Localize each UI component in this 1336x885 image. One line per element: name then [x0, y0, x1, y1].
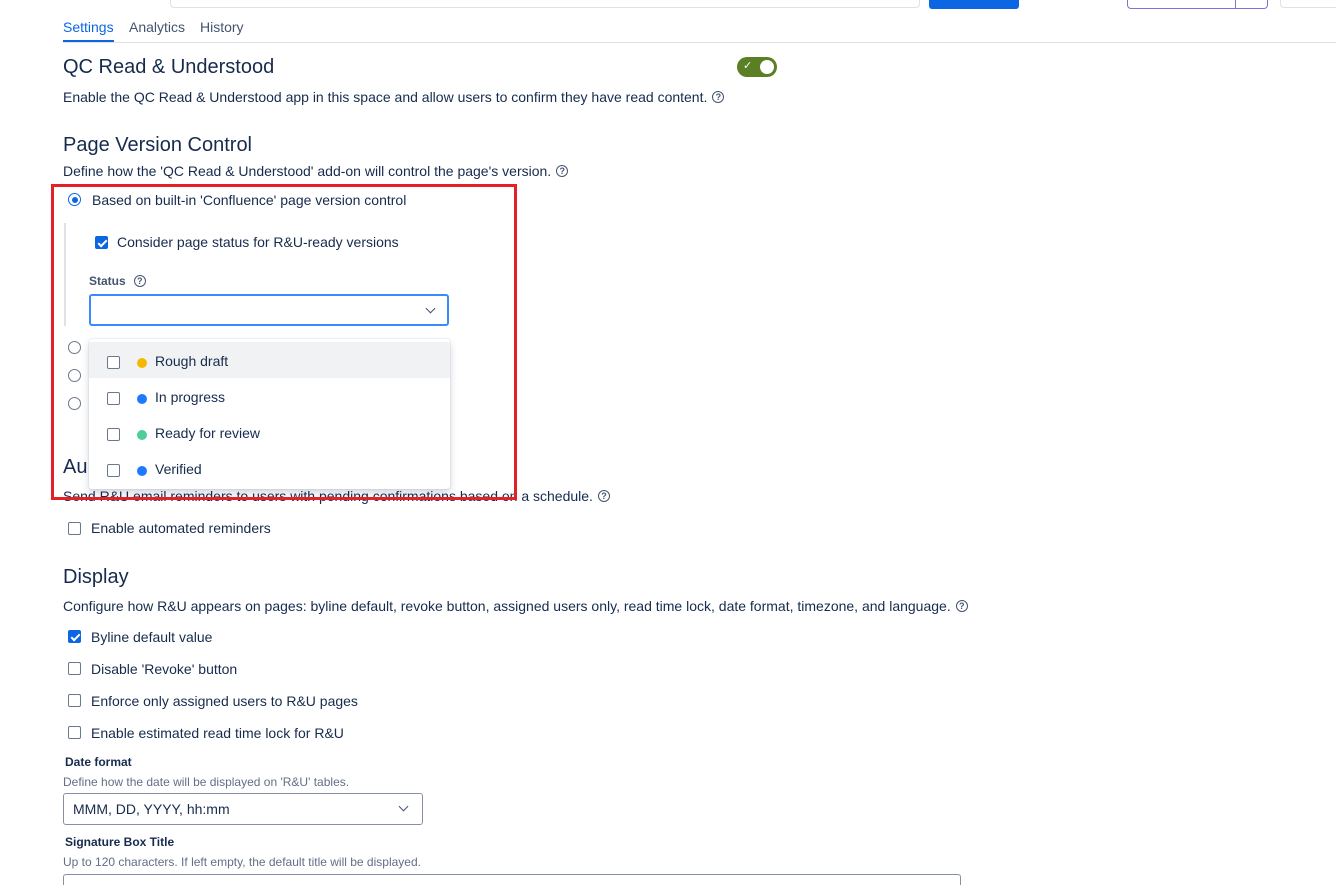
radio-option-4[interactable]: [68, 397, 81, 410]
top-split-button[interactable]: [1127, 0, 1268, 9]
radio-option-3[interactable]: [68, 369, 81, 382]
help-icon[interactable]: ?: [133, 275, 146, 287]
signature-title-input[interactable]: [63, 874, 961, 885]
top-edge-button[interactable]: [1280, 0, 1336, 8]
display-description-text: Configure how R&U appears on pages: byli…: [63, 598, 951, 614]
read-time-lock-label: Enable estimated read time lock for R&U: [91, 725, 344, 741]
tab-settings[interactable]: Settings: [63, 19, 114, 42]
top-search-input[interactable]: [170, 0, 920, 8]
version-control-description-text: Define how the 'QC Read & Understood' ad…: [63, 163, 552, 179]
status-dot-icon: [137, 430, 147, 440]
disable-revoke-checkbox[interactable]: [68, 662, 81, 675]
help-icon[interactable]: ?: [712, 91, 725, 103]
status-option-ready-for-review[interactable]: Ready for review: [89, 414, 450, 450]
status-option-rough-draft[interactable]: Rough draft: [89, 342, 450, 378]
consider-status-label: Consider page status for R&U-ready versi…: [117, 234, 399, 250]
status-option-in-progress[interactable]: In progress: [89, 378, 450, 414]
help-icon[interactable]: ?: [556, 165, 569, 177]
status-dot-icon: [137, 358, 147, 368]
enforce-assigned-label: Enforce only assigned users to R&U pages: [91, 693, 358, 709]
read-time-lock-checkbox[interactable]: [68, 726, 81, 739]
status-option-label: Rough draft: [155, 353, 229, 369]
tab-analytics[interactable]: Analytics: [129, 19, 185, 35]
date-format-label: Date format: [65, 755, 132, 769]
display-description: Configure how R&U appears on pages: byli…: [63, 598, 968, 614]
radio-builtin-label: Based on built-in 'Confluence' page vers…: [92, 192, 407, 208]
tab-history[interactable]: History: [200, 19, 244, 35]
qc-title: QC Read & Understood: [63, 56, 275, 78]
enable-reminders-checkbox[interactable]: [68, 522, 81, 535]
status-dot-icon: [137, 394, 147, 404]
signature-title-label: Signature Box Title: [65, 835, 175, 849]
help-icon[interactable]: ?: [597, 490, 610, 502]
status-dot-icon: [137, 466, 147, 476]
signature-title-hint: Up to 120 characters. If left empty, the…: [63, 855, 421, 869]
status-option-label: Ready for review: [155, 425, 261, 441]
check-icon: ✓: [743, 60, 753, 72]
display-title: Display: [63, 566, 129, 588]
qc-enable-toggle[interactable]: ✓: [737, 57, 777, 77]
byline-default-label: Byline default value: [91, 629, 213, 645]
byline-default-checkbox[interactable]: [68, 630, 81, 643]
version-control-description: Define how the 'QC Read & Understood' ad…: [63, 163, 569, 179]
radio-option-2[interactable]: [68, 341, 81, 354]
consider-status-checkbox[interactable]: [95, 236, 108, 249]
status-option-checkbox[interactable]: [107, 428, 120, 441]
toggle-knob: [760, 60, 774, 74]
qc-description: Enable the QC Read & Understood app in t…: [63, 89, 725, 105]
enable-reminders-label: Enable automated reminders: [91, 520, 271, 536]
date-format-value: MMM, DD, YYYY, hh:mm: [73, 801, 230, 817]
qc-description-text: Enable the QC Read & Understood app in t…: [63, 89, 708, 105]
tab-bar: Settings Analytics History: [63, 18, 1336, 43]
version-control-title: Page Version Control: [63, 134, 253, 156]
status-label-text: Status: [89, 274, 126, 288]
date-format-hint: Define how the date will be displayed on…: [63, 775, 350, 789]
reminders-description: Send R&U email reminders to users with p…: [63, 488, 610, 504]
chevron-down-icon: [425, 303, 436, 314]
status-option-label: Verified: [155, 461, 202, 477]
help-icon[interactable]: ?: [955, 600, 968, 612]
reminders-description-text: Send R&U email reminders to users with p…: [63, 488, 593, 504]
status-option-verified[interactable]: Verified: [89, 450, 450, 486]
status-option-checkbox[interactable]: [107, 464, 120, 477]
status-option-label: In progress: [155, 389, 226, 405]
top-primary-button[interactable]: [929, 0, 1019, 9]
status-dropdown-menu: Rough draft In progress Ready for review…: [89, 339, 450, 489]
status-field-label: Status ?: [89, 274, 146, 288]
enforce-assigned-checkbox[interactable]: [68, 694, 81, 707]
status-option-checkbox[interactable]: [107, 392, 120, 405]
date-format-select[interactable]: MMM, DD, YYYY, hh:mm: [63, 793, 423, 825]
split-divider: [1235, 0, 1236, 8]
indent-line: [64, 223, 66, 326]
reminders-title: Au: [63, 456, 88, 478]
status-option-checkbox[interactable]: [107, 356, 120, 369]
status-select[interactable]: [89, 294, 449, 326]
disable-revoke-label: Disable 'Revoke' button: [91, 661, 238, 677]
top-bar: [0, 0, 1336, 16]
radio-builtin-version[interactable]: [68, 193, 81, 206]
chevron-down-icon: [398, 801, 409, 812]
